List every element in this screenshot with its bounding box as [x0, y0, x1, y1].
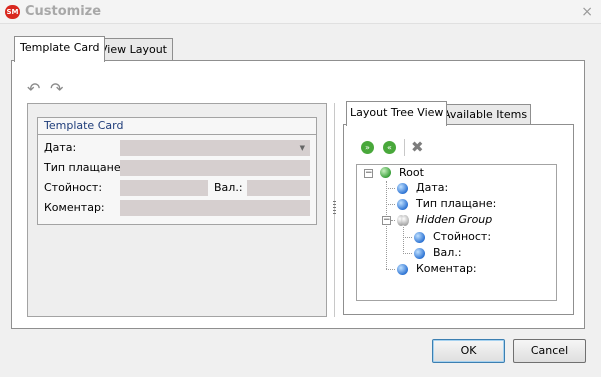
tree-line	[403, 227, 404, 254]
item-node-icon	[414, 232, 425, 243]
item-node-icon	[397, 264, 408, 275]
collapse-all-icon[interactable]: «	[383, 141, 396, 154]
cancel-button[interactable]: Cancel	[513, 339, 586, 363]
date-label: Дата:	[44, 141, 77, 154]
currency-field[interactable]	[247, 180, 310, 196]
tab-layout-tree-view[interactable]: Layout Tree View	[346, 101, 448, 126]
tree-line	[386, 204, 395, 205]
comment-field[interactable]	[120, 200, 310, 216]
group-title: Template Card	[38, 118, 316, 135]
collapse-root-icon[interactable]: −	[364, 169, 373, 178]
tree-node-root[interactable]: Root	[399, 165, 424, 181]
tree-line	[403, 237, 412, 238]
collapse-group-icon[interactable]: −	[382, 216, 391, 225]
payment-type-label: Тип плащане:	[44, 161, 125, 174]
tree-node-payment-type[interactable]: Тип плащане:	[416, 196, 496, 212]
tree-line	[403, 253, 412, 254]
tree-node-currency[interactable]: Вал.:	[433, 245, 462, 261]
tab-available-items[interactable]: Available Items	[439, 104, 532, 125]
item-node-icon	[397, 199, 408, 210]
payment-type-field[interactable]	[120, 160, 310, 176]
tree-node-hidden-group[interactable]: Hidden Group	[416, 212, 492, 228]
tree-line	[391, 220, 395, 221]
value-label: Стойност:	[44, 181, 103, 194]
title-bar: SM Customize ×	[0, 0, 601, 24]
window-title: Customize	[25, 4, 102, 19]
currency-label: Вал.:	[214, 181, 243, 194]
comment-label: Коментар:	[44, 201, 105, 214]
item-node-icon	[414, 248, 425, 259]
layout-preview-panel: Template Card Дата: ▼ Тип плащане: Стойн…	[27, 103, 327, 317]
item-node-icon	[397, 183, 408, 194]
tree-line	[386, 181, 387, 269]
template-card-panel: ↶ ↷ Template Card Дата: ▼ Тип плащане: С…	[11, 60, 585, 329]
ok-button[interactable]: OK	[432, 339, 505, 363]
date-dropdown[interactable]: ▼	[120, 140, 310, 156]
tree-line	[386, 269, 395, 270]
layout-tree[interactable]: − Root Дата: Тип плащане: − Hidden Group…	[356, 164, 557, 301]
value-field[interactable]	[120, 180, 208, 196]
chevron-down-icon[interactable]: ▼	[300, 140, 305, 156]
tree-line	[386, 188, 395, 189]
close-icon[interactable]: ×	[581, 4, 593, 20]
delete-icon[interactable]: ✖	[411, 138, 424, 156]
splitter-grip[interactable]	[333, 201, 336, 215]
expand-all-icon[interactable]: »	[361, 141, 374, 154]
tree-node-value[interactable]: Стойност:	[433, 229, 491, 245]
toolbar-separator	[404, 139, 405, 156]
tree-node-comment[interactable]: Коментар:	[416, 261, 477, 277]
tab-view-layout[interactable]: View Layout	[94, 38, 173, 61]
template-card-group[interactable]: Template Card Дата: ▼ Тип плащане: Стойн…	[37, 117, 317, 225]
app-icon: SM	[5, 5, 20, 19]
undo-icon[interactable]: ↶	[27, 79, 40, 98]
tab-template-card[interactable]: Template Card	[14, 36, 106, 62]
layout-tree-panel: » « ✖ − Root Дата: Тип плащане: − Hidden…	[343, 124, 574, 315]
hidden-group-icon	[401, 215, 409, 226]
tree-node-date[interactable]: Дата:	[416, 180, 448, 196]
root-node-icon	[380, 167, 391, 178]
redo-icon[interactable]: ↷	[50, 79, 63, 98]
